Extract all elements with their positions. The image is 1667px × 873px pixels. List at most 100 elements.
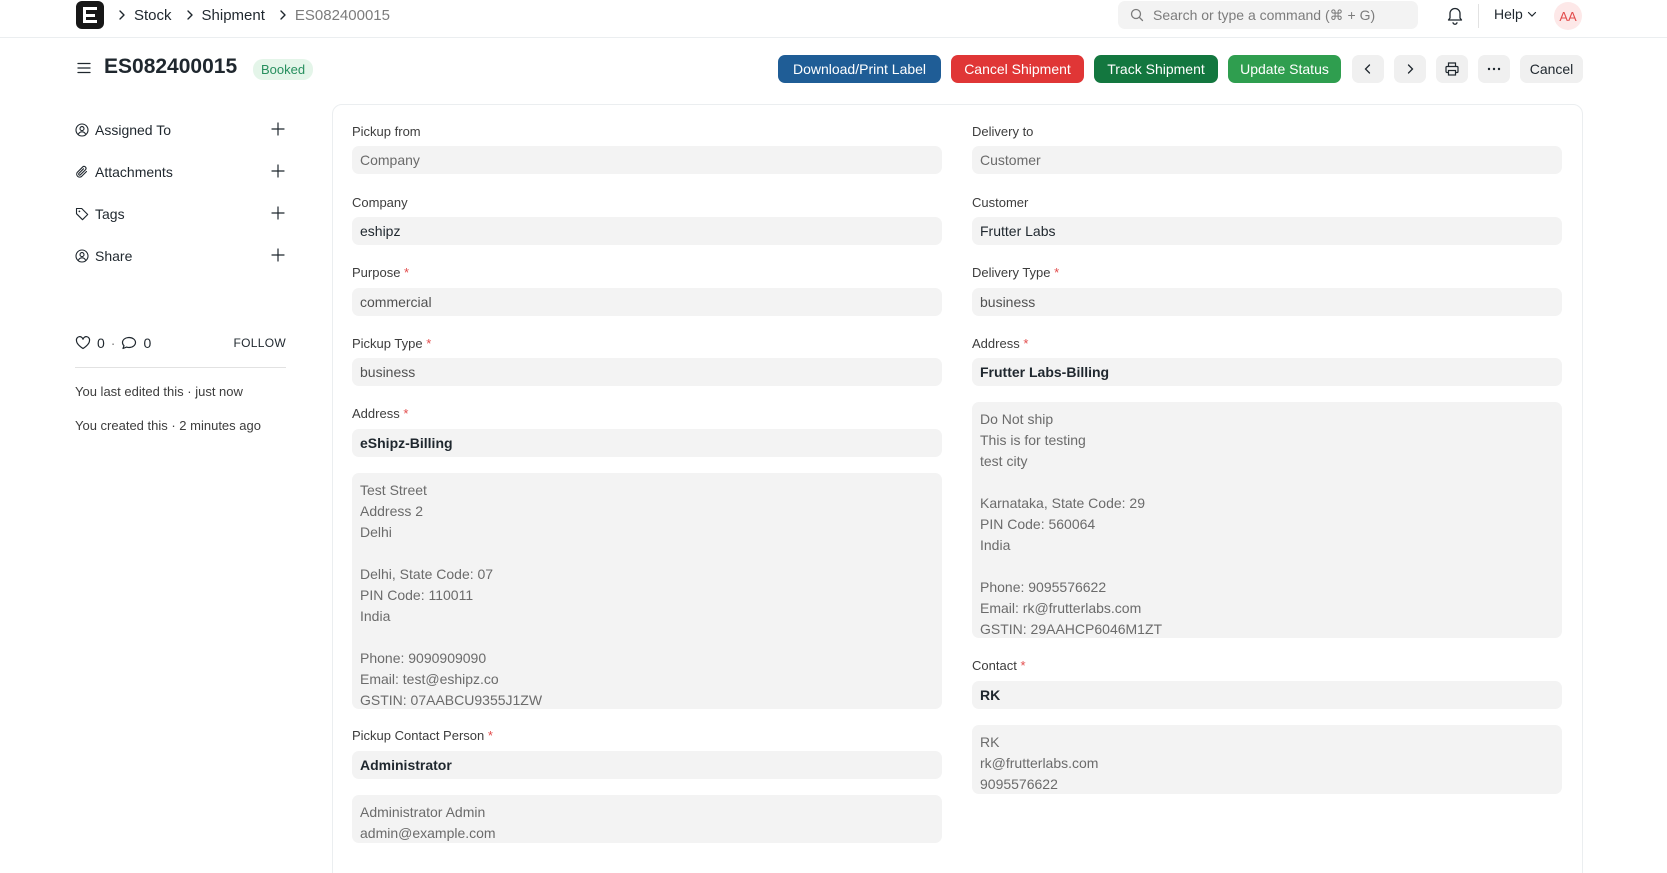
breadcrumb-shipment[interactable]: Shipment bbox=[202, 7, 265, 24]
search-input[interactable]: Search or type a command (⌘ + G) bbox=[1118, 1, 1418, 29]
address-line: test city bbox=[980, 453, 1028, 469]
delivery-to-select[interactable]: Customer bbox=[972, 146, 1562, 174]
status-badge: Booked bbox=[253, 59, 314, 80]
sidebar-toggle-icon[interactable] bbox=[76, 60, 92, 79]
previous-record-button[interactable] bbox=[1352, 55, 1384, 83]
delivery-address-field[interactable]: Frutter Labs-Billing bbox=[972, 358, 1562, 386]
follow-button[interactable]: FOLLOW bbox=[234, 336, 286, 350]
like-count: 0 bbox=[97, 335, 105, 351]
app-logo[interactable] bbox=[76, 1, 104, 29]
address-line: Test Street bbox=[360, 482, 427, 498]
sidebar-item-tags[interactable]: Tags bbox=[75, 204, 285, 224]
contact-line: rk@frutterlabs.com bbox=[980, 755, 1099, 771]
delivery-contact-display: RK rk@frutterlabs.com 9095576622 bbox=[972, 725, 1562, 794]
cancel-button[interactable]: Cancel bbox=[1520, 55, 1583, 83]
plus-icon[interactable] bbox=[271, 122, 285, 136]
address-line: GSTIN: 29AAHCP6046M1ZT bbox=[980, 621, 1163, 637]
print-button[interactable] bbox=[1436, 55, 1468, 83]
comment-count: 0 bbox=[143, 335, 152, 351]
address-line: Phone: 9095576622 bbox=[980, 579, 1107, 595]
sidebar-item-share[interactable]: Share bbox=[75, 246, 285, 266]
breadcrumb-stock[interactable]: Stock bbox=[134, 7, 172, 24]
contact-line: Administrator Admin bbox=[360, 804, 486, 820]
chevron-down-icon bbox=[1527, 11, 1536, 17]
required-marker: * bbox=[426, 336, 432, 351]
share-user-icon bbox=[75, 249, 89, 263]
address-line bbox=[360, 543, 934, 564]
address-line bbox=[980, 556, 1554, 577]
customer-field[interactable]: Frutter Labs bbox=[972, 217, 1562, 245]
address-line: Phone: 9090909090 bbox=[360, 650, 487, 666]
required-marker: * bbox=[1054, 265, 1060, 280]
chevron-right-icon bbox=[118, 9, 126, 21]
pickup-type-select[interactable]: business bbox=[352, 358, 942, 386]
tag-icon bbox=[75, 207, 89, 221]
contact-field[interactable]: RK bbox=[972, 681, 1562, 709]
address-line: Delhi, State Code: 07 bbox=[360, 566, 494, 582]
address-line: Email: test@eshipz.co bbox=[360, 671, 499, 687]
chevron-right-icon bbox=[279, 9, 287, 21]
pickup-contact-display: Administrator Admin admin@example.com bbox=[352, 795, 942, 843]
heart-icon[interactable] bbox=[75, 336, 91, 350]
delivery-address-display: Do Not ship This is for testing test cit… bbox=[972, 402, 1562, 638]
next-record-button[interactable] bbox=[1394, 55, 1426, 83]
purpose-select[interactable]: commercial bbox=[352, 288, 942, 316]
plus-icon[interactable] bbox=[271, 248, 285, 262]
pickup-from-label: Pickup from bbox=[352, 124, 421, 139]
address-line: India bbox=[360, 608, 391, 624]
more-actions-button[interactable] bbox=[1478, 55, 1510, 83]
address-line: PIN Code: 110011 bbox=[360, 587, 474, 603]
address-line: India bbox=[980, 537, 1011, 553]
pickup-address-field[interactable]: eShipz-Billing bbox=[352, 429, 942, 457]
notification-bell-icon[interactable] bbox=[1446, 5, 1464, 28]
sidebar-item-label: Tags bbox=[95, 206, 125, 222]
plus-icon[interactable] bbox=[271, 206, 285, 220]
address-line: Do Not ship bbox=[980, 411, 1054, 427]
sidebar-item-attachments[interactable]: Attachments bbox=[75, 162, 285, 182]
assign-user-icon bbox=[75, 123, 89, 137]
comment-icon[interactable] bbox=[121, 336, 137, 350]
pickup-address-label: Address * bbox=[352, 406, 409, 421]
track-shipment-button[interactable]: Track Shipment bbox=[1094, 55, 1218, 83]
breadcrumb-current[interactable]: ES082400015 bbox=[295, 7, 390, 24]
required-marker: * bbox=[403, 406, 409, 421]
sidebar-item-label: Attachments bbox=[95, 164, 173, 180]
address-line bbox=[360, 627, 934, 648]
company-label: Company bbox=[352, 195, 408, 210]
pickup-contact-person-label: Pickup Contact Person * bbox=[352, 728, 493, 743]
delivery-address-label: Address * bbox=[972, 336, 1029, 351]
customer-label: Customer bbox=[972, 195, 1029, 210]
search-icon bbox=[1130, 8, 1144, 22]
avatar[interactable]: AA bbox=[1554, 2, 1582, 30]
help-dropdown[interactable]: Help bbox=[1494, 6, 1537, 22]
address-line: Delhi bbox=[360, 524, 392, 540]
contact-line: admin@example.com bbox=[360, 825, 496, 841]
company-field[interactable]: eshipz bbox=[352, 217, 942, 245]
sidebar-divider bbox=[75, 367, 286, 368]
address-line: Karnataka, State Code: 29 bbox=[980, 495, 1145, 511]
search-placeholder: Search or type a command (⌘ + G) bbox=[1153, 6, 1376, 23]
address-line: PIN Code: 560064 bbox=[980, 516, 1096, 532]
breadcrumb: Stock Shipment ES082400015 bbox=[116, 0, 402, 30]
contact-line: RK bbox=[980, 734, 1000, 750]
sidebar-item-label: Share bbox=[95, 248, 133, 264]
chevron-right-icon bbox=[1407, 64, 1414, 74]
chevron-left-icon bbox=[1364, 64, 1371, 74]
paperclip-icon bbox=[75, 165, 89, 179]
required-marker: * bbox=[404, 265, 410, 280]
download-print-label-button[interactable]: Download/Print Label bbox=[778, 55, 941, 83]
address-line: Address 2 bbox=[360, 503, 424, 519]
plus-icon[interactable] bbox=[271, 164, 285, 178]
delivery-type-label: Delivery Type * bbox=[972, 265, 1060, 280]
cancel-shipment-button[interactable]: Cancel Shipment bbox=[951, 55, 1084, 83]
sidebar-item-assigned-to[interactable]: Assigned To bbox=[75, 120, 285, 140]
purpose-label: Purpose * bbox=[352, 265, 410, 280]
pickup-from-select[interactable]: Company bbox=[352, 146, 942, 174]
pickup-address-display: Test Street Address 2 Delhi Delhi, State… bbox=[352, 473, 942, 709]
address-line: GSTIN: 07AABCU9355J1ZW bbox=[360, 692, 543, 708]
pickup-contact-person-field[interactable]: Administrator bbox=[352, 751, 942, 779]
update-status-button[interactable]: Update Status bbox=[1228, 55, 1341, 83]
navbar-divider bbox=[1478, 4, 1479, 28]
page-title: ES082400015 bbox=[104, 55, 238, 78]
delivery-type-select[interactable]: business bbox=[972, 288, 1562, 316]
